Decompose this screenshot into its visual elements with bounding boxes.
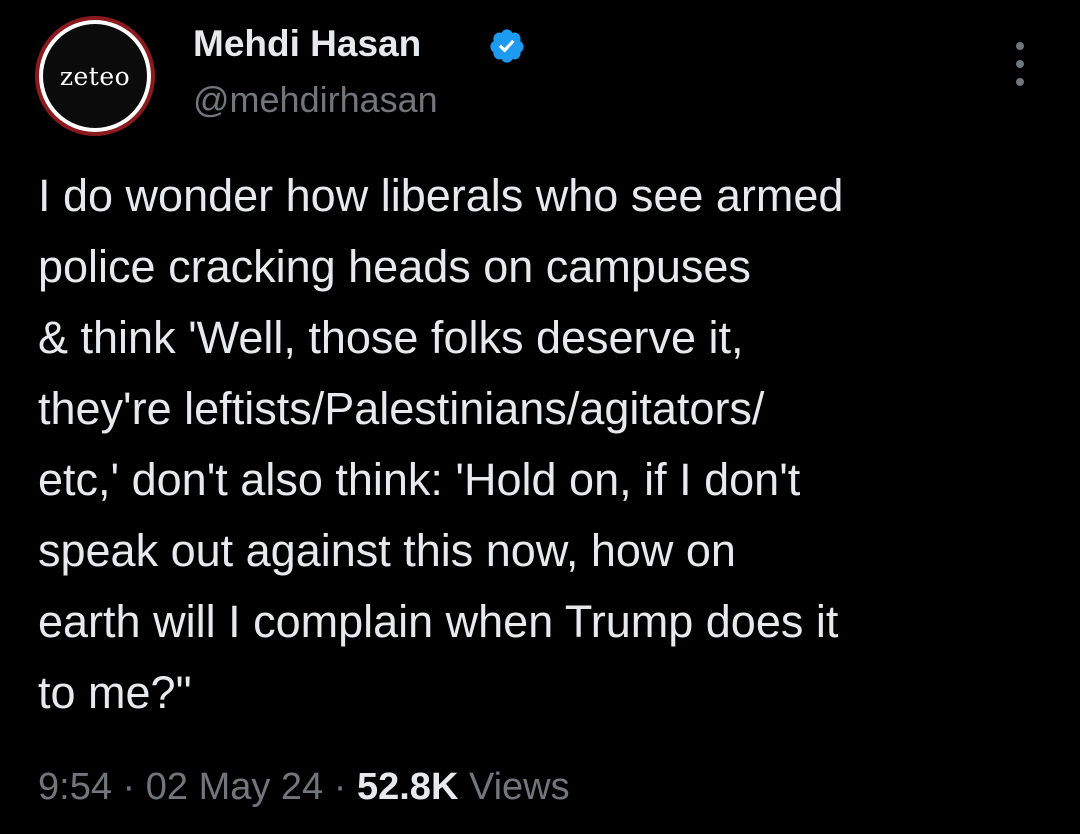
more-options-icon[interactable] (1006, 42, 1034, 86)
avatar-logo-background: zeteo (43, 24, 147, 128)
tweet-text-line: police cracking heads on campuses (38, 241, 751, 292)
views-label[interactable]: Views (458, 766, 570, 808)
tweet-text-line: they're leftists/Palestinians/agitators/ (38, 383, 765, 434)
tweet-text-line: to me?" (38, 667, 192, 718)
tweet-text-line: I do wonder how liberals who see armed (38, 170, 844, 221)
more-dot (1016, 78, 1024, 86)
tweet-time[interactable]: 9:54 (38, 766, 112, 808)
tweet-date[interactable]: 02 May 24 (146, 766, 323, 808)
author-display-name[interactable]: Mehdi Hasan (193, 22, 421, 66)
meta-separator: · (323, 766, 357, 808)
tweet-text-line: & think 'Well, those folks deserve it, (38, 312, 744, 363)
tweet-meta: 9:54 · 02 May 24 · 52.8K Views (38, 760, 570, 814)
avatar-ring: zeteo (39, 20, 151, 132)
meta-separator: · (111, 766, 146, 808)
more-dot (1016, 60, 1024, 68)
verified-badge-icon (490, 29, 524, 63)
author-handle[interactable]: @mehdirhasan (193, 78, 438, 122)
tweet-text-line: etc,' don't also think: 'Hold on, if I d… (38, 454, 801, 505)
tweet-text: I do wonder how liberals who see armed p… (38, 160, 1048, 728)
views-count[interactable]: 52.8K (357, 766, 458, 808)
more-dot (1016, 42, 1024, 50)
tweet-text-line: earth will I complain when Trump does it (38, 596, 839, 647)
avatar[interactable]: zeteo (35, 16, 155, 136)
tweet-text-line: speak out against this now, how on (38, 525, 736, 576)
avatar-logo-text: zeteo (59, 61, 131, 91)
